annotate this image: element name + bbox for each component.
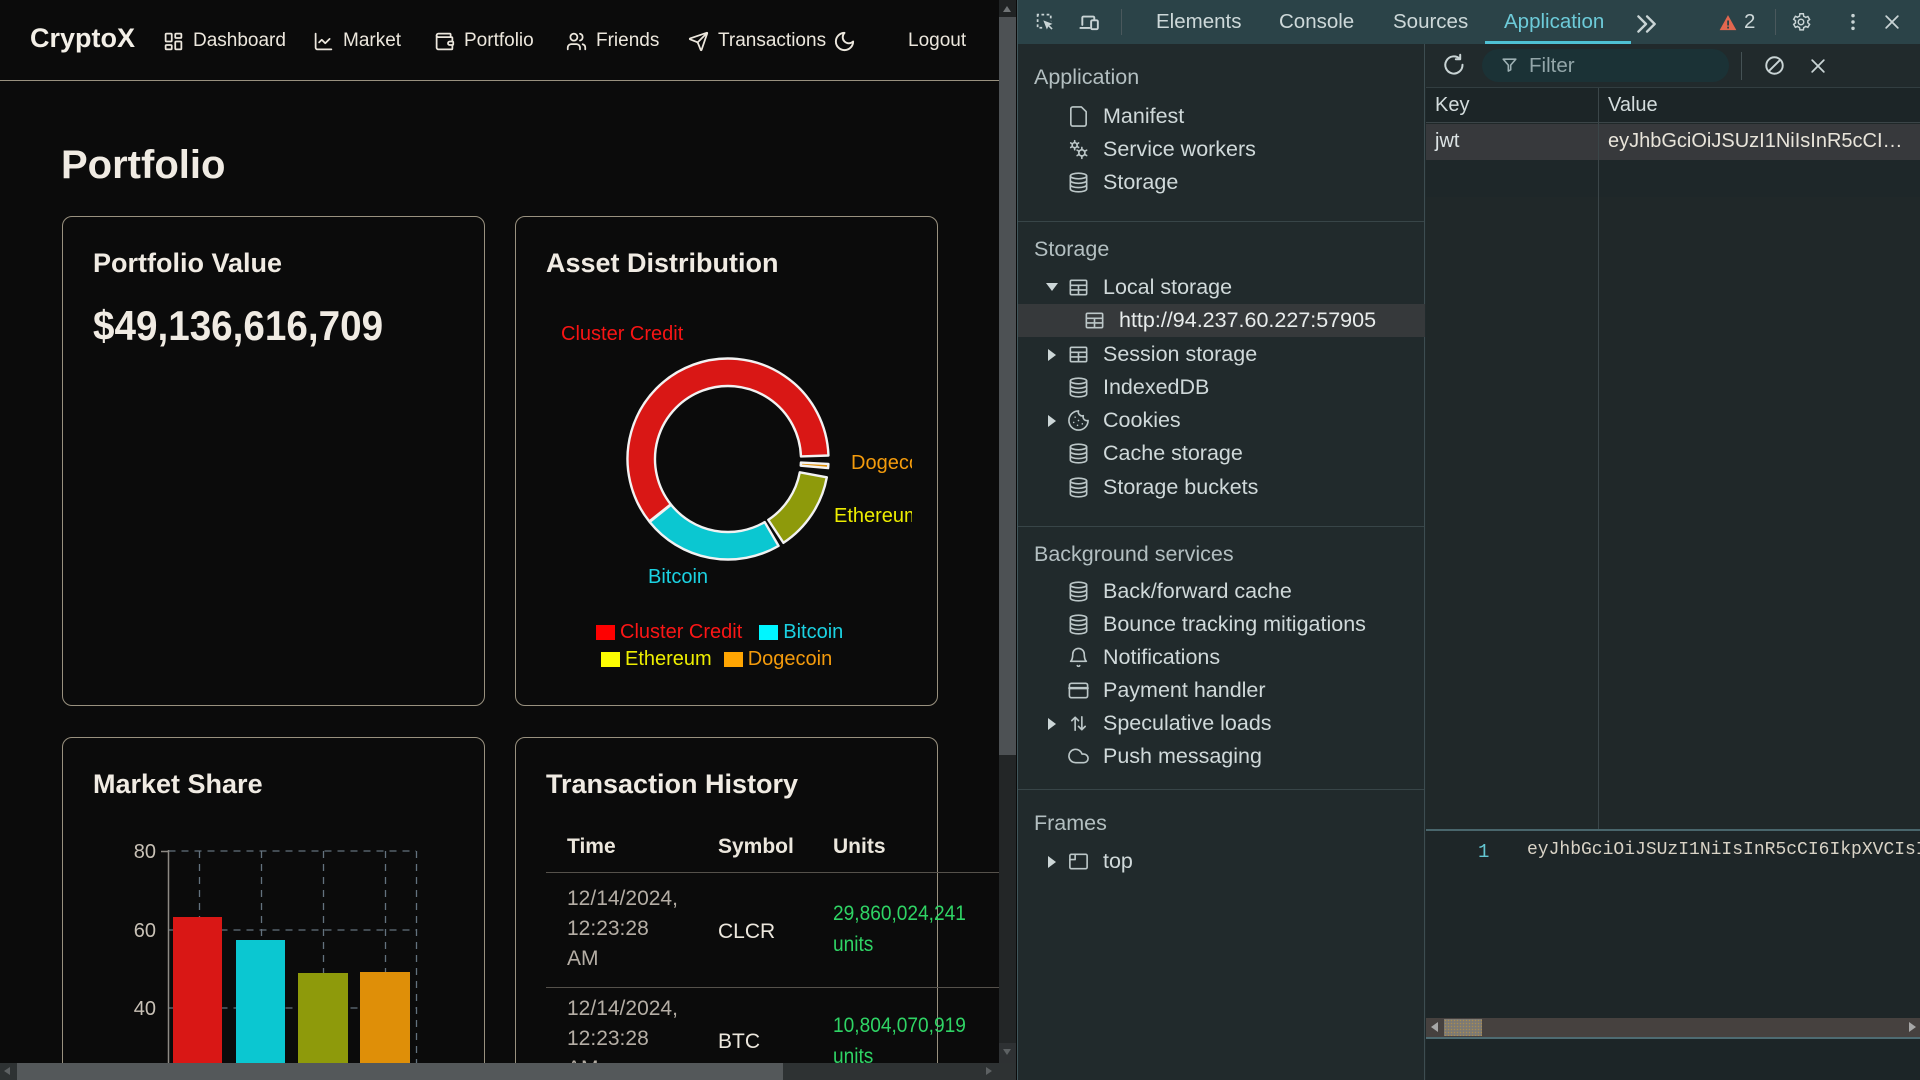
svg-text:80: 80 (134, 841, 156, 863)
svg-text:Cluster Credit: Cluster Credit (561, 323, 684, 345)
svg-text:40: 40 (134, 998, 156, 1020)
svg-text:Bitcoin: Bitcoin (648, 566, 708, 588)
svg-text:Ethereum: Ethereum (834, 505, 912, 527)
svg-text:60: 60 (134, 920, 156, 942)
svg-text:Dogecoin: Dogecoin (851, 452, 912, 474)
